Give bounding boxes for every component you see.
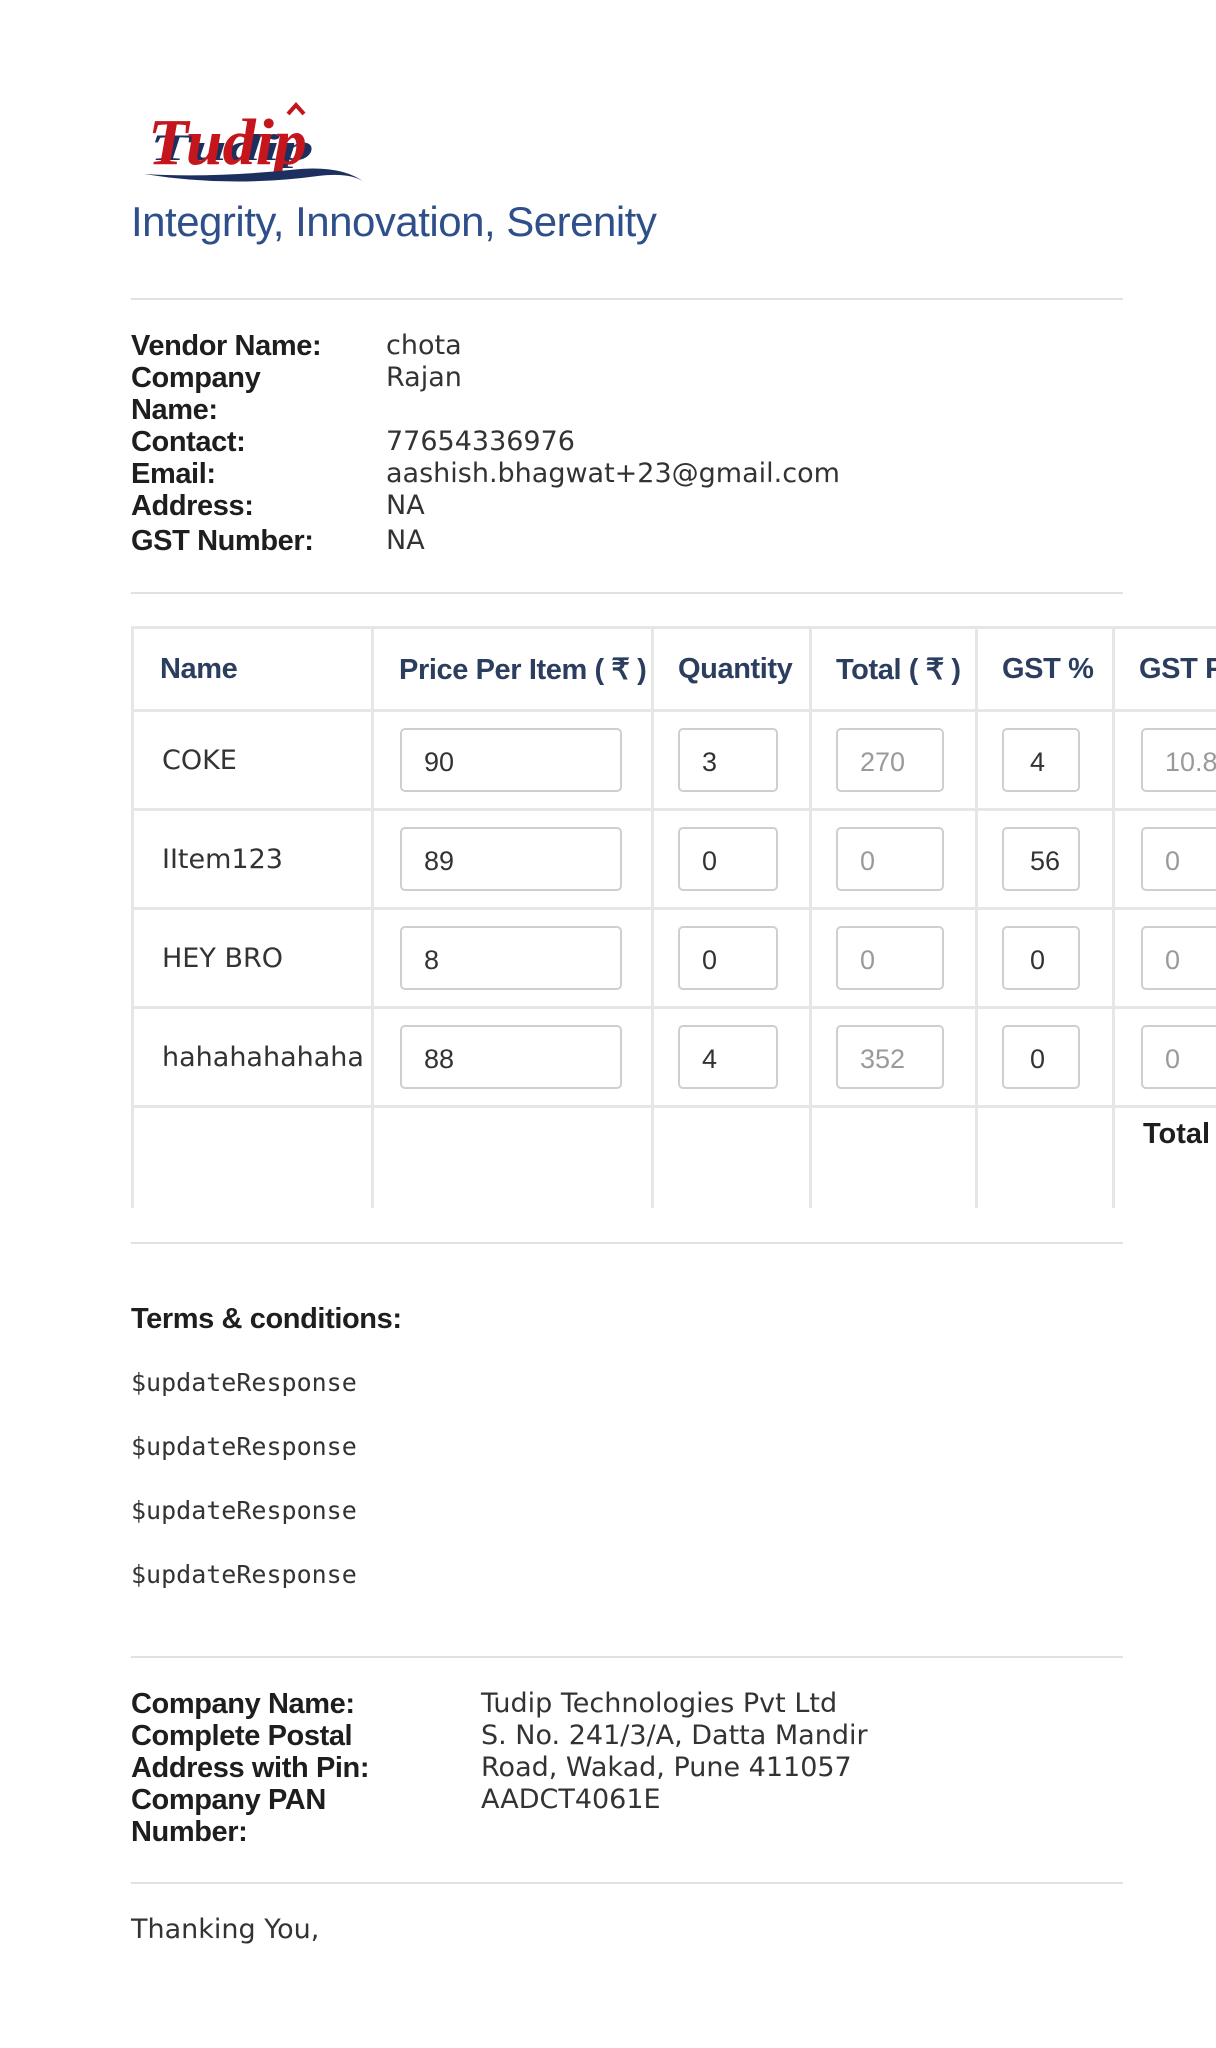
items-table: Name Price Per Item ( ₹ ) Quantity Total… [131, 626, 1216, 1208]
tagline: Integrity, Innovation, Serenity [131, 198, 657, 245]
divider [131, 298, 1123, 300]
item-name: hahahahahaha [131, 1006, 374, 1108]
address-label: Address: [131, 490, 254, 522]
pan-value: AADCT4061E [481, 1784, 661, 1815]
total-field[interactable]: 0 [836, 926, 944, 990]
email-label: Email: [131, 458, 216, 490]
gst-percent-input[interactable]: 56 [1002, 827, 1080, 891]
gst-percent-input[interactable]: 4 [1002, 728, 1080, 792]
table-row: HEY BRO 8 0 0 0 0 [131, 907, 1216, 1009]
terms-item: $updateResponse [131, 1432, 357, 1461]
total-field[interactable]: 270 [836, 728, 944, 792]
table-row: hahahahahaha 88 4 352 0 0 [131, 1006, 1216, 1108]
company-name-value: Rajan [386, 362, 462, 393]
postal-address-label-line1: Complete Postal [131, 1720, 353, 1752]
price-input[interactable]: 8 [400, 926, 622, 990]
empty-cell [131, 1105, 374, 1208]
contact-label: Contact: [131, 426, 246, 458]
gst-price-field[interactable]: 0 [1141, 926, 1216, 990]
divider [131, 592, 1123, 594]
company-name-label-line2: Name: [131, 394, 218, 426]
price-input[interactable]: 89 [400, 827, 622, 891]
gst-price-field[interactable]: 10.8 [1141, 728, 1216, 792]
quotation-page: Tudip Tudip Integrity, Innovation, Seren… [0, 0, 1216, 2048]
table-row: IItem123 89 0 0 56 0 [131, 808, 1216, 910]
item-name: HEY BRO [131, 907, 374, 1009]
empty-cell [651, 1105, 812, 1208]
quantity-input[interactable]: 0 [678, 827, 778, 891]
total-cell: Total ( [1112, 1105, 1216, 1208]
item-name: IItem123 [131, 808, 374, 910]
grand-total-label: Total ( [1143, 1118, 1216, 1150]
gst-number-label: GST Number: [131, 525, 314, 557]
empty-cell [371, 1105, 654, 1208]
table-row: COKE 90 3 270 4 10.8 [131, 709, 1216, 811]
col-header-name: Name [131, 626, 374, 712]
terms-title: Terms & conditions: [131, 1303, 402, 1335]
company-name-label: Company Name: [131, 1688, 355, 1720]
company-name-value: Tudip Technologies Pvt Ltd [481, 1688, 838, 1719]
postal-address-value-line2: Road, Wakad, Pune 411057 [481, 1752, 852, 1783]
postal-address-label-line2: Address with Pin: [131, 1752, 370, 1784]
terms-item: $updateResponse [131, 1560, 357, 1589]
divider [131, 1656, 1123, 1658]
vendor-name-label: Vendor Name: [131, 330, 322, 362]
total-field[interactable]: 352 [836, 1025, 944, 1089]
tudip-logo: Tudip Tudip [144, 101, 364, 182]
gst-percent-input[interactable]: 0 [1002, 926, 1080, 990]
divider [131, 1882, 1123, 1884]
price-input[interactable]: 90 [400, 728, 622, 792]
thanks-text: Thanking You, [131, 1914, 320, 1945]
svg-text:Tudip: Tudip [148, 106, 307, 179]
total-field[interactable]: 0 [836, 827, 944, 891]
price-input[interactable]: 88 [400, 1025, 622, 1089]
item-name: COKE [131, 709, 374, 811]
col-header-total: Total ( ₹ ) [809, 626, 978, 712]
company-name-label-line1: Company [131, 362, 261, 394]
gst-price-field[interactable]: 0 [1141, 1025, 1216, 1089]
col-header-gst-percent: GST % [975, 626, 1115, 712]
gst-price-field[interactable]: 0 [1141, 827, 1216, 891]
table-total-row: Total ( [131, 1105, 1216, 1208]
contact-value: 77654336976 [386, 426, 575, 457]
empty-cell [975, 1105, 1115, 1208]
postal-address-value-line1: S. No. 241/3/A, Datta Mandir [481, 1720, 868, 1751]
gst-percent-input[interactable]: 0 [1002, 1025, 1080, 1089]
quantity-input[interactable]: 4 [678, 1025, 778, 1089]
items-table-wrapper[interactable]: Name Price Per Item ( ₹ ) Quantity Total… [131, 626, 1216, 1208]
table-header-row: Name Price Per Item ( ₹ ) Quantity Total… [131, 626, 1216, 712]
vendor-name-value: chota [386, 330, 462, 361]
col-header-quantity: Quantity [651, 626, 812, 712]
gst-number-value: NA [386, 525, 425, 556]
pan-label-line1: Company PAN [131, 1784, 326, 1816]
divider [131, 1242, 1123, 1244]
quantity-input[interactable]: 0 [678, 926, 778, 990]
quantity-input[interactable]: 3 [678, 728, 778, 792]
empty-cell [809, 1105, 978, 1208]
address-value: NA [386, 490, 425, 521]
col-header-gst-price: GST P [1112, 626, 1216, 712]
email-value: aashish.bhagwat+23@gmail.com [386, 458, 840, 489]
terms-item: $updateResponse [131, 1496, 357, 1525]
pan-label-line2: Number: [131, 1816, 248, 1848]
col-header-price: Price Per Item ( ₹ ) [371, 626, 654, 712]
terms-item: $updateResponse [131, 1368, 357, 1397]
